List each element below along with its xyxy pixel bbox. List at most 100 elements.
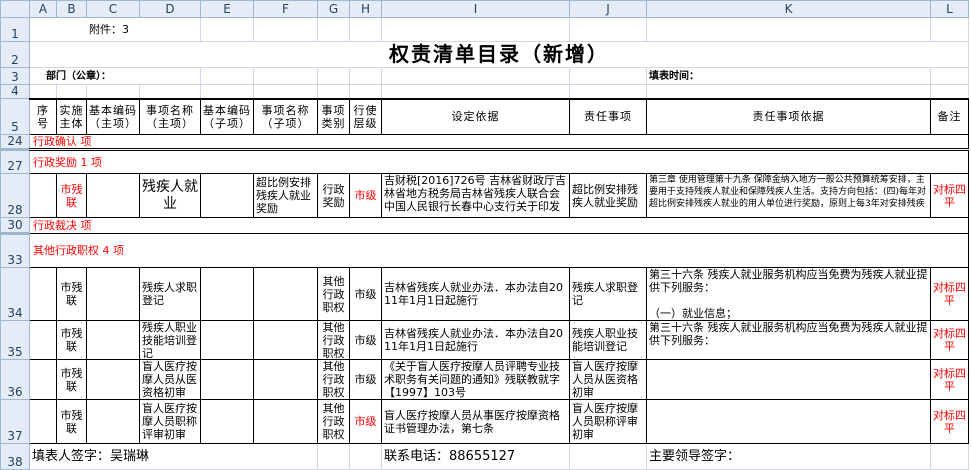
cell[interactable] [349, 17, 382, 42]
main-name-cell[interactable]: 盲人医疗按摩人员从医资格初审 [139, 359, 201, 400]
cell[interactable] [29, 320, 57, 360]
level-cell[interactable]: 市级 [349, 399, 382, 444]
cell[interactable] [930, 17, 969, 42]
page-title[interactable]: 权责清单目录（新增） [29, 41, 969, 68]
cell[interactable] [86, 84, 140, 99]
column-header[interactable]: H [349, 0, 382, 18]
note-cell[interactable]: 对标四平 [930, 320, 969, 360]
duty-cell[interactable]: 残疾人求职登记 [569, 267, 647, 321]
duty-cell[interactable]: 盲人医疗按摩人员从医资格初审 [569, 359, 647, 400]
section-title-other[interactable]: 其他行政职权 4 项 [29, 233, 969, 268]
cell[interactable] [317, 67, 350, 85]
attachment-label[interactable]: 附件：3 [86, 17, 201, 42]
column-header[interactable]: E [200, 0, 254, 18]
cell[interactable] [317, 17, 350, 42]
cell[interactable] [646, 17, 931, 42]
cell[interactable] [29, 173, 57, 218]
row-header[interactable]: 4 [0, 84, 30, 99]
cell[interactable] [200, 84, 254, 99]
duty-cell[interactable]: 超比例安排残疾人就业奖励 [569, 173, 647, 218]
note-cell[interactable]: 对标四平 [930, 173, 969, 218]
subject-cell[interactable]: 市残联 [56, 399, 87, 444]
row-header[interactable]: 37 [0, 399, 30, 444]
category-cell[interactable]: 其他行政职权 [317, 267, 350, 321]
basis-cell[interactable]: 盲人医疗按摩人员从事医疗按摩资格证书管理办法，第七条 [381, 399, 570, 444]
level-cell[interactable]: 市级 [349, 320, 382, 360]
duty-basis-cell[interactable]: 第三十六条 残疾人就业服务机构应当免费为残疾人就业提供下列服务： [646, 320, 931, 360]
header-cell[interactable]: 事项名称（子项） [253, 97, 318, 135]
cell[interactable] [349, 84, 382, 99]
cell[interactable] [200, 399, 254, 444]
cell[interactable] [317, 84, 350, 99]
duty-basis-cell[interactable]: 第三章 使用管理第十九条 保障金纳入地方一般公共预算统筹安排，主要用于支持残疾人… [646, 173, 931, 218]
column-header[interactable]: J [569, 0, 647, 18]
cell[interactable] [200, 320, 254, 360]
row-header[interactable]: 34 [0, 267, 30, 321]
cell[interactable] [29, 399, 57, 444]
header-cell[interactable]: 基本编码（主项） [86, 97, 140, 135]
cell[interactable] [253, 67, 318, 85]
cell[interactable] [253, 359, 318, 400]
duty-basis-cell[interactable] [646, 399, 931, 444]
cell[interactable] [569, 84, 647, 99]
cell[interactable] [86, 320, 140, 360]
cell[interactable] [200, 67, 254, 85]
cell[interactable] [29, 267, 57, 321]
header-cell[interactable]: 实施主体 [56, 97, 87, 135]
row-header[interactable]: 33 [0, 232, 30, 268]
section-title-ruling[interactable]: 行政裁决 项 [29, 217, 969, 234]
column-header[interactable]: F [253, 0, 318, 18]
cell[interactable] [200, 173, 254, 218]
category-cell[interactable]: 其他行政职权 [317, 399, 350, 444]
cell[interactable] [86, 267, 140, 321]
header-cell[interactable]: 序号 [29, 97, 57, 135]
basis-cell[interactable]: 吉财税[2016]726号 吉林省财政厅吉林省地方税务局吉林省残疾人联合会中国人… [381, 173, 570, 218]
header-cell[interactable]: 行使层级 [349, 97, 382, 135]
category-cell[interactable]: 其他行政职权 [317, 359, 350, 400]
cell[interactable] [349, 67, 382, 85]
cell[interactable] [86, 359, 140, 400]
cell[interactable] [930, 67, 969, 85]
row-header[interactable]: 2 [0, 41, 30, 68]
sub-name-cell[interactable]: 超比例安排残疾人就业奖励 [253, 173, 318, 218]
note-cell[interactable]: 对标四平 [930, 399, 969, 444]
header-cell[interactable]: 事项类别 [317, 97, 350, 135]
cell[interactable] [253, 399, 318, 444]
row-header[interactable]: 24 [0, 134, 30, 150]
cell[interactable] [86, 173, 140, 218]
category-cell[interactable]: 其他行政职权 [317, 320, 350, 360]
column-header[interactable]: G [317, 0, 350, 18]
header-cell[interactable]: 责任事项依据 [646, 97, 931, 135]
header-cell[interactable]: 基本编码（子项） [200, 97, 254, 135]
cell[interactable] [139, 84, 201, 99]
header-cell[interactable]: 备注 [930, 97, 969, 135]
level-cell[interactable]: 市级 [349, 359, 382, 400]
row-header[interactable]: 1 [0, 17, 30, 42]
cell[interactable] [253, 267, 318, 321]
cell[interactable] [381, 67, 570, 85]
column-header[interactable]: A [29, 0, 57, 18]
cell[interactable] [253, 320, 318, 360]
department-label[interactable]: 部门（公章）： [29, 67, 201, 85]
row-header[interactable]: 3 [0, 67, 30, 85]
cell[interactable] [86, 399, 140, 444]
section-title-reward[interactable]: 行政奖励 1 项 [29, 148, 969, 174]
basis-cell[interactable]: 吉林省残疾人就业办法．本办法自2011年1月1日起施行 [381, 267, 570, 321]
cell[interactable] [253, 17, 318, 42]
subject-cell[interactable]: 市残联 [56, 267, 87, 321]
column-header[interactable]: D [139, 0, 201, 18]
cell[interactable] [56, 84, 87, 99]
row-header[interactable]: 5 [0, 98, 30, 135]
column-header[interactable]: B [56, 0, 87, 18]
subject-cell[interactable]: 市残联 [56, 320, 87, 360]
duty-cell[interactable]: 残疾人职业技能培训登记 [569, 320, 647, 360]
section-title-confirm[interactable]: 行政确认 项 [29, 134, 969, 150]
category-cell[interactable]: 行政奖励 [317, 173, 350, 218]
row-header[interactable]: 35 [0, 320, 30, 360]
fill-time-label[interactable]: 填表时间： [646, 67, 931, 85]
main-name-cell[interactable]: 残疾人职业技能培训登记 [139, 320, 201, 360]
duty-basis-cell[interactable]: 第三十六条 残疾人就业服务机构应当免费为残疾人就业提供下列服务： （一）就业信息… [646, 267, 931, 321]
cell[interactable] [569, 67, 647, 85]
cell[interactable] [381, 17, 570, 42]
cell[interactable] [200, 359, 254, 400]
